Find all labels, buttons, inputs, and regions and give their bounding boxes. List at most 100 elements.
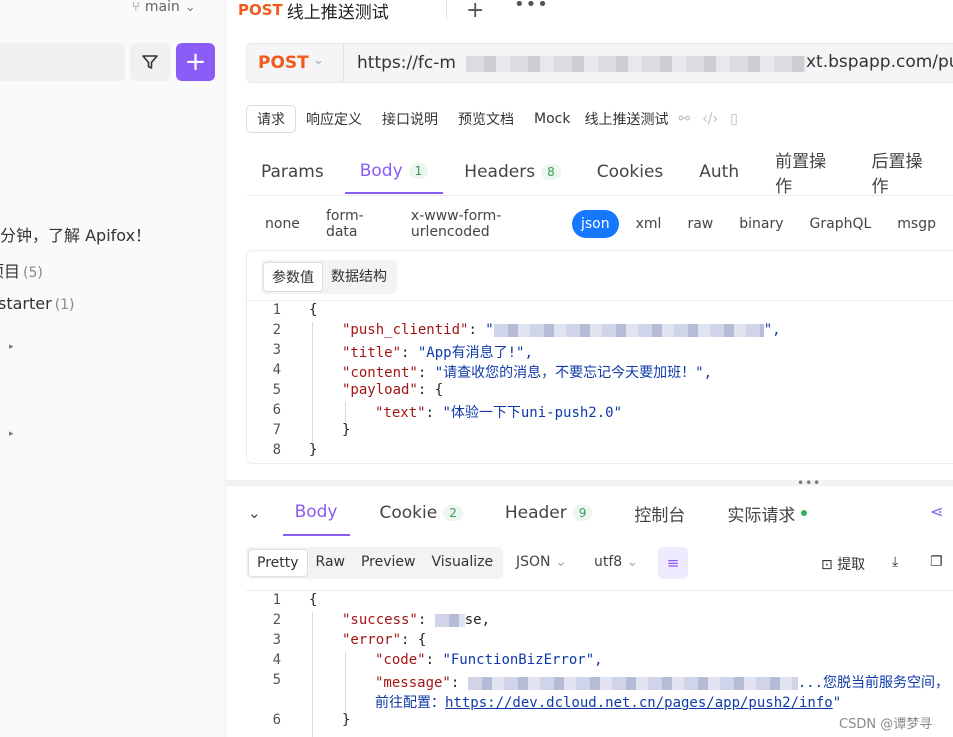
- doc-tab-preview[interactable]: 预览文档: [448, 105, 524, 133]
- extract-button[interactable]: ⊡ 提取: [821, 554, 865, 574]
- watermark: CSDN @谭梦寻: [839, 713, 933, 732]
- code-line: 前往配置：https://dev.dcloud.net.cn/pages/app…: [375, 695, 842, 711]
- editor-mode-toggle: 参数值 数据结构: [261, 260, 397, 294]
- filter-button[interactable]: [130, 43, 170, 81]
- count-badge: 2: [443, 505, 463, 521]
- share-icon[interactable]: ⋖: [930, 502, 943, 521]
- resp-tab-header[interactable]: Header 9: [493, 490, 605, 536]
- code-icon[interactable]: ‹/›: [702, 111, 718, 127]
- tab-cookies[interactable]: Cookies: [582, 150, 679, 194]
- count-badge: 8: [541, 164, 561, 180]
- resp-tab-console[interactable]: 控制台: [622, 490, 697, 536]
- tab-param-values[interactable]: 参数值: [263, 262, 323, 292]
- format-select[interactable]: JSON ⌄: [516, 554, 567, 570]
- indent-guide: [312, 612, 313, 737]
- config-link[interactable]: https://dev.dcloud.net.cn/pages/app/push…: [445, 695, 833, 711]
- wrap-icon: ≡: [666, 554, 680, 572]
- divider: [247, 300, 953, 301]
- body-type-json[interactable]: json: [572, 210, 619, 238]
- response-tabs: ⌄ Body Cookie 2 Header 9 控制台 实际请求: [246, 490, 837, 536]
- tab-label: Auth: [699, 162, 740, 182]
- encoding-select[interactable]: utf8 ⌄: [594, 554, 638, 570]
- body-type-none[interactable]: none: [256, 210, 309, 238]
- panel-splitter[interactable]: [226, 480, 953, 486]
- caret-right-icon[interactable]: ▸: [9, 429, 14, 439]
- url-input-tail[interactable]: xt.bspapp.com/pus: [806, 52, 953, 72]
- tab-label: Body: [359, 161, 403, 181]
- tree-item-count: (1): [54, 297, 75, 313]
- view-preview[interactable]: Preview: [353, 549, 424, 577]
- request-tabs: Params Body 1 Headers 8 Cookies Auth 前置操作 …: [246, 150, 953, 197]
- doc-tab-description[interactable]: 接口说明: [372, 105, 448, 133]
- tree-item-count: (5): [23, 265, 43, 281]
- view-raw[interactable]: Raw: [308, 549, 353, 577]
- body-type-msgpack[interactable]: msgp: [888, 210, 945, 238]
- line-number: 3: [272, 342, 281, 358]
- resp-tab-cookie[interactable]: Cookie 2: [368, 490, 475, 536]
- chevron-down-icon[interactable]: ⌄: [313, 53, 324, 68]
- tab-data-schema[interactable]: 数据结构: [323, 262, 395, 292]
- drag-handle-icon[interactable]: •••: [797, 476, 821, 490]
- tab-pre-script[interactable]: 前置操作: [760, 150, 850, 197]
- doc-title: 线上推送测试: [584, 112, 669, 128]
- method-select[interactable]: POST: [258, 53, 309, 73]
- tab-params[interactable]: Params: [246, 150, 339, 194]
- code-line: "error": {: [342, 632, 427, 648]
- collapse-chevron-icon[interactable]: ⌄: [248, 504, 261, 522]
- view-visualize[interactable]: Visualize: [423, 549, 501, 577]
- line-number: 2: [272, 322, 281, 338]
- branch-selector[interactable]: ⑂ main ⌄: [132, 0, 196, 15]
- code-line: }: [342, 712, 351, 728]
- tree-item-intro[interactable]: 一分钟，了解 Apifox！: [0, 222, 151, 246]
- tab-label: 前置操作: [775, 152, 827, 197]
- indent-guide: [312, 322, 313, 442]
- download-icon[interactable]: ⤓: [892, 554, 898, 570]
- tree-item-starter[interactable]: starter (1): [0, 294, 75, 313]
- extract-icon: ⊡: [821, 557, 833, 573]
- body-type-form-data[interactable]: form-data: [317, 208, 394, 240]
- line-number: 2: [272, 612, 281, 628]
- body-type-urlencoded[interactable]: x-www-form-urlencoded: [402, 208, 564, 240]
- request-tab[interactable]: POST 线上推送测试: [238, 0, 389, 23]
- code-line: "message": ...您脱当前服务空间，: [375, 675, 950, 691]
- link-icon[interactable]: ⚯: [678, 111, 690, 127]
- count-badge: 1: [408, 163, 429, 179]
- body-type-xml[interactable]: xml: [627, 210, 671, 238]
- line-number: 5: [272, 672, 281, 688]
- wrap-lines-button[interactable]: ≡: [658, 547, 688, 579]
- git-branch-icon: ⑂: [132, 0, 140, 15]
- copy-icon[interactable]: ❐: [930, 554, 943, 570]
- tab-label: 控制台: [634, 505, 686, 526]
- line-number: 6: [272, 402, 281, 418]
- tab-post-script[interactable]: 后置操作: [857, 150, 947, 197]
- sidebar-search-input[interactable]: [0, 43, 125, 81]
- line-number: 1: [272, 302, 281, 318]
- url-input[interactable]: https://fc-m: [357, 53, 456, 73]
- tree-item-project[interactable]: 项目(5): [0, 258, 43, 282]
- body-type-graphql[interactable]: GraphQL: [801, 210, 881, 238]
- add-button[interactable]: +: [176, 43, 215, 81]
- panel-icon[interactable]: ▯: [730, 111, 738, 127]
- new-tab-button[interactable]: +: [466, 0, 484, 23]
- doc-tab-request[interactable]: 请求: [246, 105, 296, 133]
- doc-tab-mock[interactable]: Mock: [524, 105, 580, 133]
- line-number: 5: [272, 382, 281, 398]
- chevron-down-icon: ⌄: [554, 554, 567, 570]
- tab-auth[interactable]: Auth: [684, 150, 754, 194]
- resp-tab-body[interactable]: Body: [282, 490, 350, 536]
- body-type-binary[interactable]: binary: [730, 210, 792, 238]
- more-tabs-button[interactable]: •••: [514, 0, 549, 15]
- response-toolbar: Pretty Raw Preview Visualize JSON ⌄ utf8…: [246, 547, 953, 579]
- resp-tab-actual-request[interactable]: 实际请求: [715, 490, 819, 536]
- caret-right-icon[interactable]: ▸: [9, 342, 14, 352]
- body-type-raw[interactable]: raw: [678, 210, 722, 238]
- tab-divider: [446, 0, 447, 20]
- indent-guide: [345, 652, 346, 712]
- tab-headers[interactable]: Headers 8: [449, 150, 575, 194]
- tree-item-label: 项目: [0, 262, 21, 281]
- tab-body[interactable]: Body 1: [344, 150, 444, 194]
- tab-label: Header: [504, 503, 567, 523]
- doc-tab-response-def[interactable]: 响应定义: [296, 105, 372, 133]
- view-pretty[interactable]: Pretty: [248, 549, 308, 577]
- line-number: 8: [272, 442, 281, 458]
